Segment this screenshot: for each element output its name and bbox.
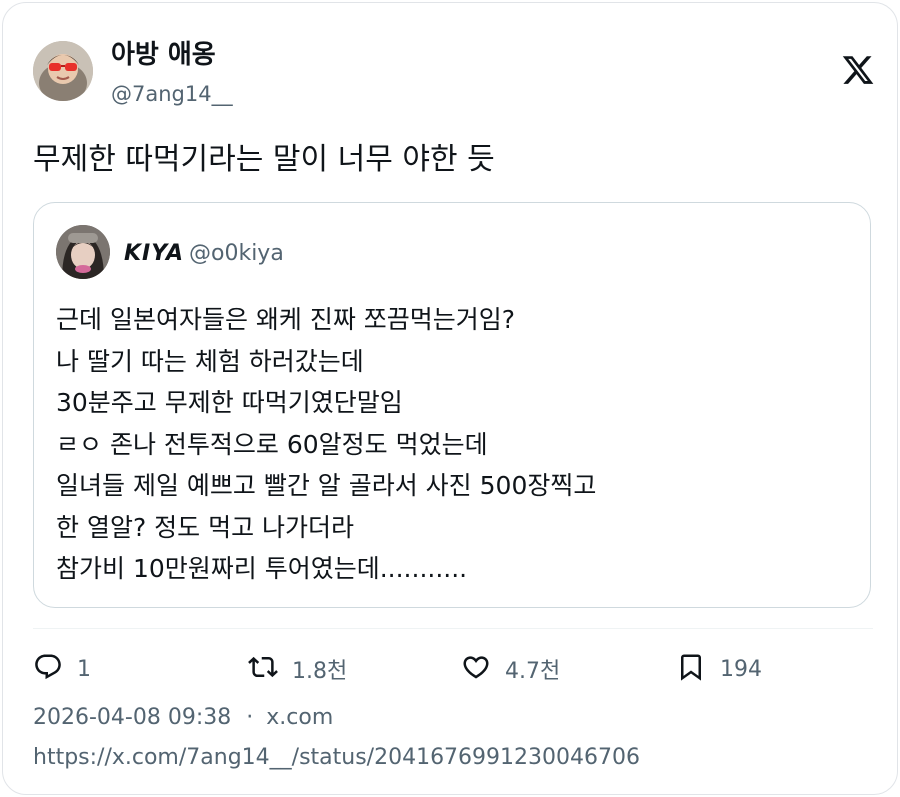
bookmark-count: 194 [720, 656, 762, 682]
divider [33, 628, 873, 629]
author-name[interactable]: 아방 애옹 [111, 39, 216, 71]
tweet-permalink[interactable]: https://x.com/7ang14__/status/2041676991… [33, 743, 640, 773]
timestamp[interactable]: 2026-04-08 09:38 [33, 705, 231, 730]
quoted-text-line: 30분주고 무제한 따먹기였단말임 [56, 388, 403, 417]
quoted-text-line: 참가비 10만원짜리 투어였는데........... [56, 554, 468, 583]
quoted-author-name[interactable]: KIYA [124, 240, 184, 268]
meta-separator: · [246, 705, 254, 730]
quoted-text-line: 한 열알? 정도 먹고 나가더라 [56, 512, 355, 542]
tweet-text: 무제한 따먹기라는 말이 너무 야한 듯 [33, 142, 495, 177]
author-handle[interactable]: @7ang14__ [111, 80, 233, 108]
repost-icon [248, 652, 278, 686]
tweet-meta: 2026-04-08 09:38 · x.com [33, 703, 333, 733]
like-button[interactable]: 4.7천 [461, 651, 560, 687]
bookmark-button[interactable]: 194 [676, 651, 762, 687]
bookmark-icon [676, 652, 706, 686]
quoted-text-line: ㄹㅇ 존나 전투적으로 60알정도 먹었는데 [56, 429, 488, 459]
tweet-card: 아방 애옹 @7ang14__ 무제한 따먹기라는 말이 너무 야한 듯 KIY… [2, 2, 898, 795]
like-count: 4.7천 [505, 659, 561, 684]
heart-icon [461, 652, 491, 686]
quoted-text-line: 근데 일본여자들은 왜케 진짜 쪼끔먹는거임? [56, 305, 516, 334]
repost-count: 1.8천 [292, 659, 348, 684]
quoted-text-line: 일녀들 제일 예쁘고 빨간 알 골라서 사진 500장찍고 [56, 471, 597, 500]
quoted-tweet[interactable]: KIYA @o0kiya 근데 일본여자들은 왜케 진짜 쪼끔먹는거임? 나 딸… [33, 202, 871, 608]
x-logo-icon[interactable] [841, 53, 875, 87]
reply-count: 1 [77, 656, 91, 682]
quoted-author-handle[interactable]: @o0kiya [189, 240, 284, 268]
author-avatar[interactable] [33, 41, 93, 101]
source-domain[interactable]: x.com [266, 705, 333, 730]
quoted-tweet-text: 근데 일본여자들은 왜케 진짜 쪼끔먹는거임? 나 딸기 따는 체험 하러갔는데… [56, 299, 596, 590]
reply-icon [33, 652, 63, 686]
repost-button[interactable]: 1.8천 [248, 651, 347, 687]
quoted-text-line: 나 딸기 따는 체험 하러갔는데 [56, 346, 364, 376]
reply-button[interactable]: 1 [33, 651, 91, 687]
quoted-author-avatar[interactable] [56, 225, 110, 279]
